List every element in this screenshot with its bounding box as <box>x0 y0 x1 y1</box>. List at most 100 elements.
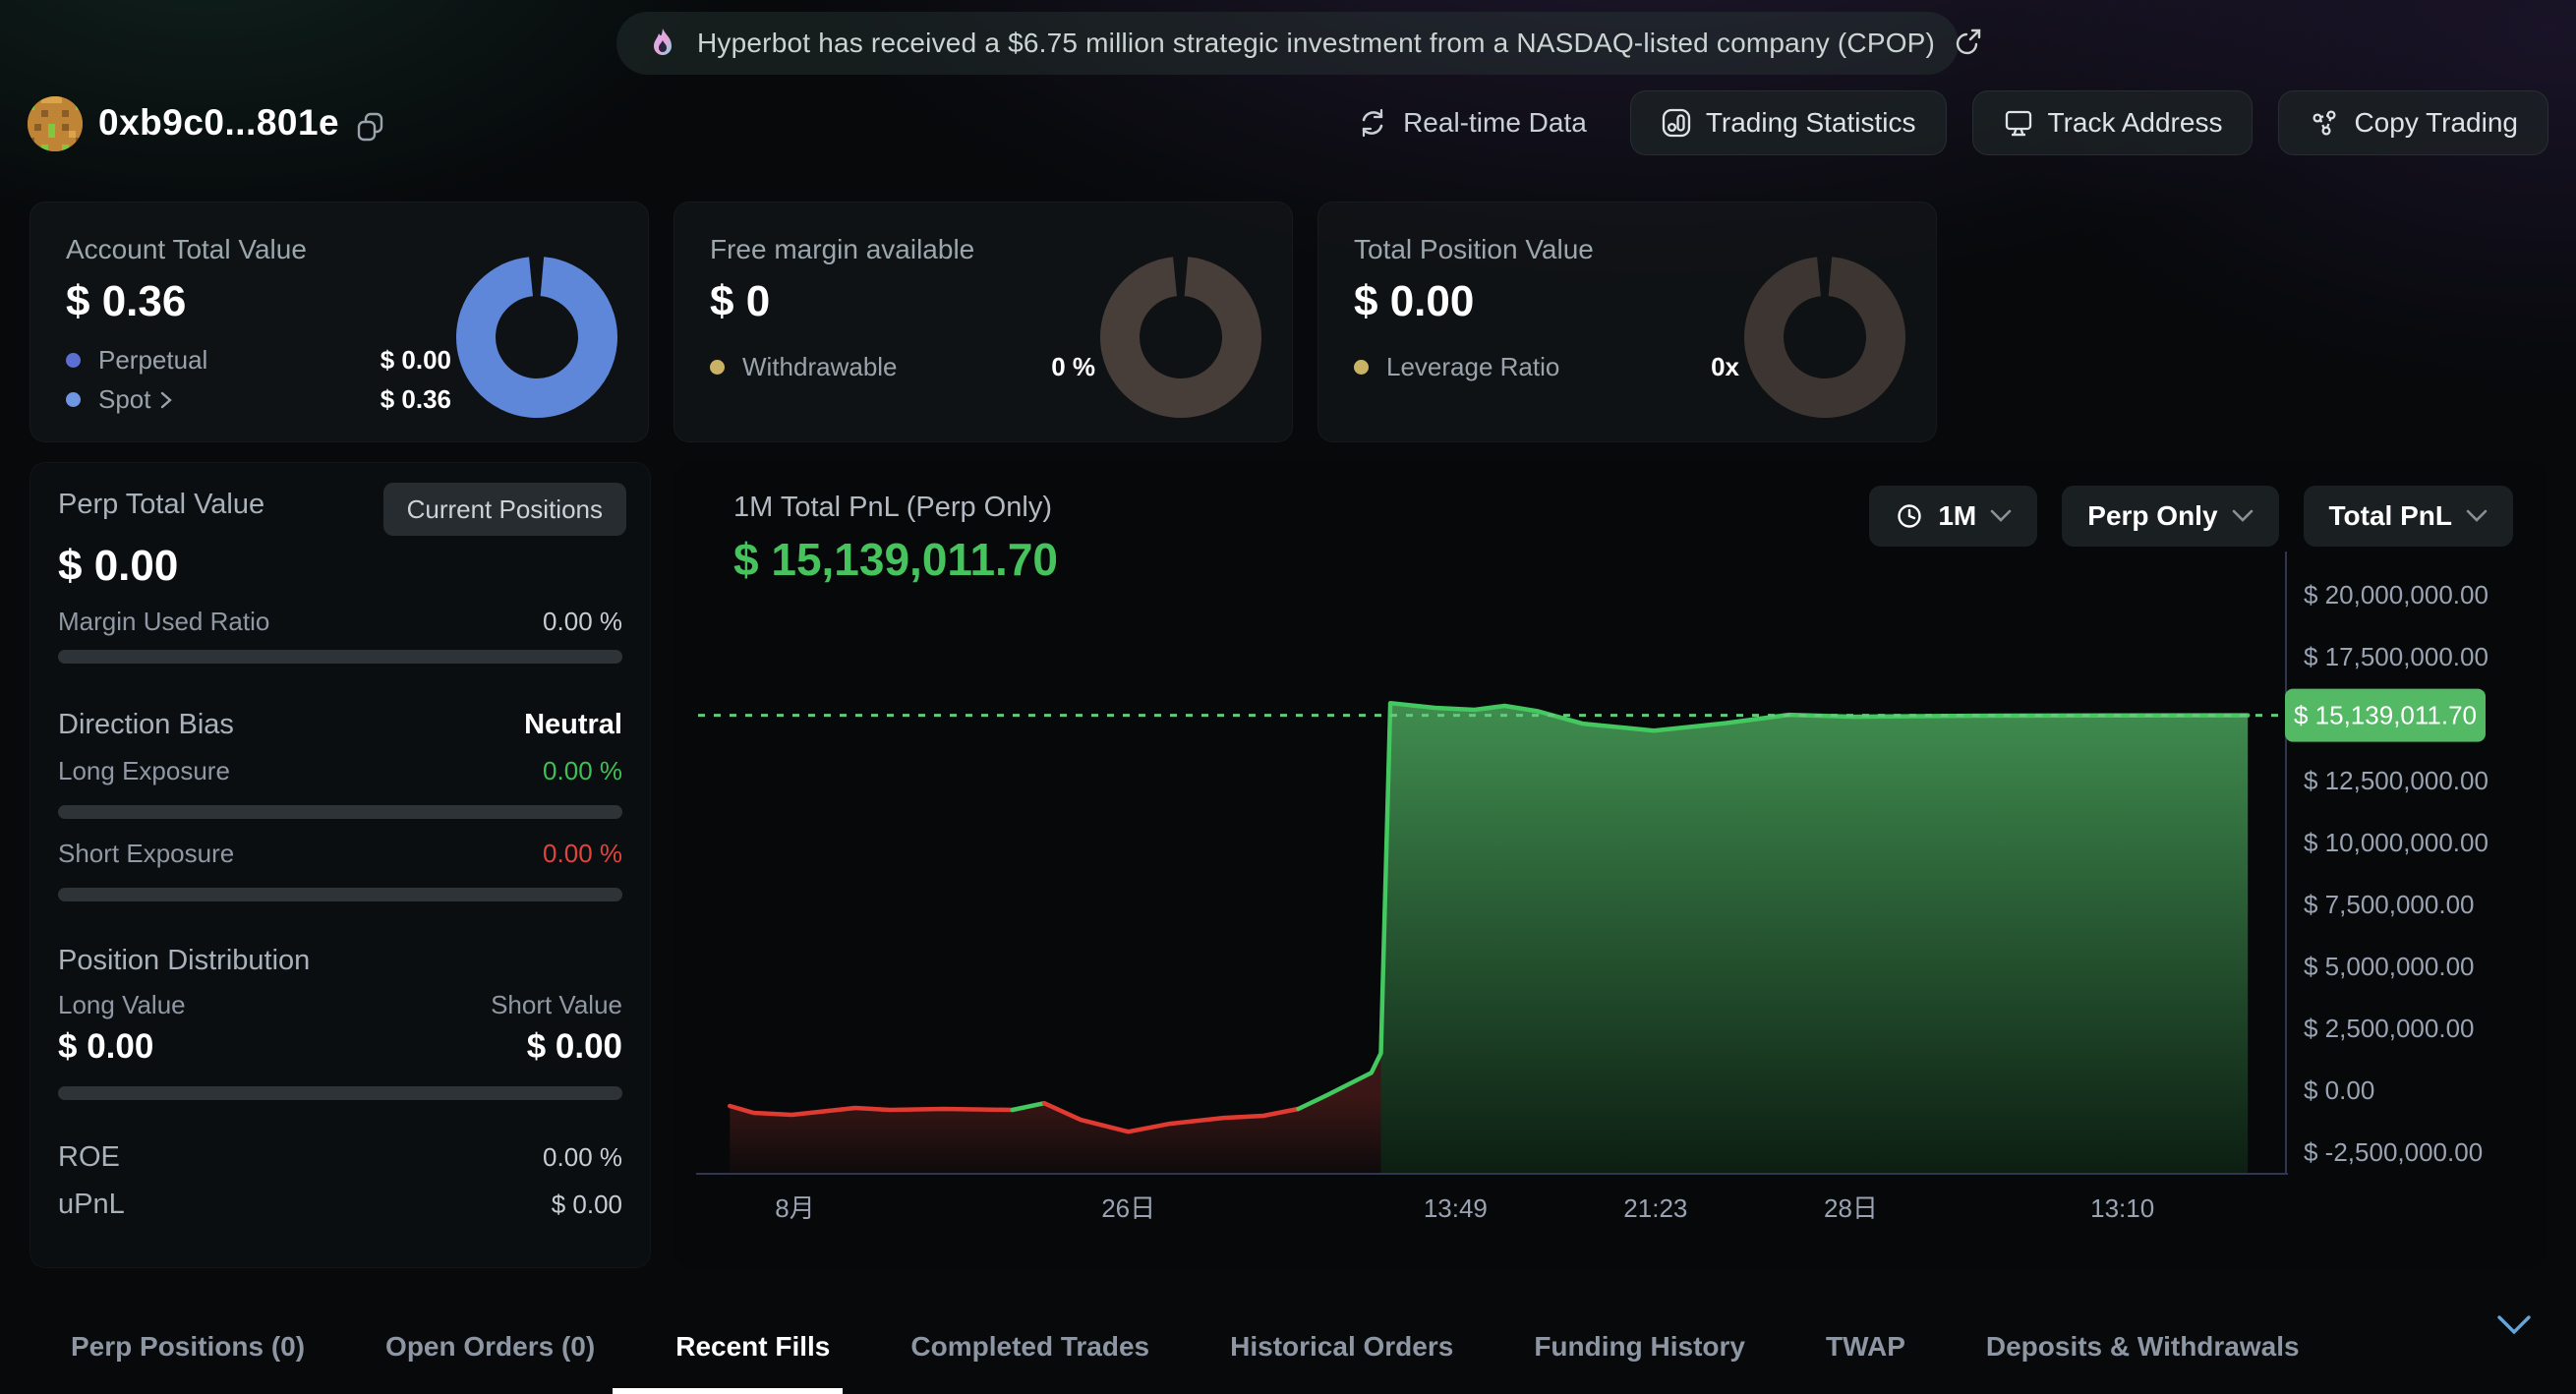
range-label: 1M <box>1938 500 1976 532</box>
perp-total-value-title: Perp Total Value <box>58 489 264 521</box>
stat-card-title: Total Position Value <box>1354 234 1594 265</box>
short-exposure-bar <box>58 888 622 901</box>
donut-gauge <box>453 254 620 421</box>
x-axis-tick-label: 13:10 <box>2090 1193 2154 1223</box>
chevron-down-icon <box>2232 509 2254 523</box>
legend-label: Withdrawable <box>742 352 898 382</box>
x-axis-tick-label: 21:23 <box>1623 1193 1687 1223</box>
legend-dot-icon <box>66 392 81 407</box>
perp-total-value-panel: Perp Total Value Current Positions $ 0.0… <box>29 462 651 1268</box>
wallet-address: 0xb9c0...801e <box>98 102 339 144</box>
tabs-expand-chevron-icon[interactable] <box>2495 1313 2533 1337</box>
tab-deposits-withdrawals[interactable]: Deposits & Withdrawals <box>1986 1331 2300 1363</box>
stat-card-account-total-value: Account Total Value$ 0.36Perpetual$ 0.00… <box>29 202 649 442</box>
donut-gauge <box>1097 254 1264 421</box>
legend-dot-icon <box>1354 360 1369 375</box>
tab-twap[interactable]: TWAP <box>1826 1331 1905 1363</box>
chevron-down-icon <box>1990 509 2012 523</box>
copy-trading-label: Copy Trading <box>2354 107 2518 139</box>
pnl-chart-card: 1M Total PnL (Perp Only) $ 15,139,011.70… <box>674 462 2547 1268</box>
tab-recent-fills[interactable]: Recent Fills <box>675 1331 830 1363</box>
trading-statistics-label: Trading Statistics <box>1706 107 1916 139</box>
legend-value: $ 0.36 <box>381 384 451 415</box>
tab-open-orders-0-[interactable]: Open Orders (0) <box>385 1331 595 1363</box>
refresh-icon <box>1356 106 1389 140</box>
perp-total-value: $ 0.00 <box>58 542 178 591</box>
short-exposure-label: Short Exposure <box>58 839 234 869</box>
long-exposure-label: Long Exposure <box>58 756 230 786</box>
metric-label: Total PnL <box>2329 500 2452 532</box>
current-value-badge-text: $ 15,139,011.70 <box>2294 701 2477 730</box>
legend-value: 0x <box>1711 352 1739 382</box>
avatar <box>28 96 83 151</box>
pnl-area-positive <box>1380 703 2248 1174</box>
roe-value: 0.00 % <box>543 1142 622 1173</box>
tab-completed-trades[interactable]: Completed Trades <box>910 1331 1149 1363</box>
legend-label: Perpetual <box>98 345 207 376</box>
margin-used-value: 0.00 % <box>543 607 622 637</box>
margin-used-label: Margin Used Ratio <box>58 607 269 637</box>
trading-statistics-button[interactable]: Trading Statistics <box>1630 90 1947 155</box>
clock-icon <box>1895 501 1924 531</box>
short-value-label: Short Value <box>491 990 622 1020</box>
legend-value: 0 % <box>1051 352 1095 382</box>
metric-dropdown[interactable]: Total PnL <box>2304 486 2513 547</box>
range-dropdown[interactable]: 1M <box>1869 486 2037 547</box>
x-axis-tick-label: 26日 <box>1101 1193 1155 1223</box>
upnl-label: uPnL <box>58 1189 125 1221</box>
long-value-label: Long Value <box>58 990 186 1020</box>
stat-card-value: $ 0 <box>710 277 770 326</box>
x-axis-tick-label: 13:49 <box>1424 1193 1488 1223</box>
pnl-chart[interactable]: $ 20,000,000.00$ 17,500,000.00$ 12,500,0… <box>688 547 2537 1235</box>
long-exposure-bar <box>58 805 622 819</box>
active-tab-underline <box>613 1388 843 1394</box>
chart-title: 1M Total PnL (Perp Only) <box>733 492 1052 524</box>
legend-label: Spot <box>98 384 173 415</box>
bar-chart-icon <box>1661 107 1692 139</box>
header-actions: Real-time Data Trading Statistics Track … <box>1338 90 2548 155</box>
y-axis-tick-label: $ 17,500,000.00 <box>2304 642 2488 671</box>
stat-card-title: Account Total Value <box>66 234 307 265</box>
chart-controls: 1M Perp Only Total PnL <box>1869 486 2513 547</box>
flame-icon <box>646 27 679 60</box>
x-axis-tick-label: 28日 <box>1824 1193 1878 1223</box>
stat-card-title: Free margin available <box>710 234 974 265</box>
monitor-icon <box>2003 107 2034 139</box>
y-axis-tick-label: $ 0.00 <box>2304 1075 2374 1105</box>
y-axis-tick-label: $ -2,500,000.00 <box>2304 1137 2483 1167</box>
tab-historical-orders[interactable]: Historical Orders <box>1230 1331 1453 1363</box>
track-address-button[interactable]: Track Address <box>1972 90 2254 155</box>
copy-trading-button[interactable]: Copy Trading <box>2278 90 2548 155</box>
announcement-text: Hyperbot has received a $6.75 million st… <box>697 28 1935 59</box>
x-axis-tick-label: 8月 <box>775 1193 814 1223</box>
legend-row-spot[interactable]: Spot $ 0.36 <box>66 384 451 415</box>
bottom-tab-bar: Perp Positions (0) Open Orders (0) Recent … <box>0 1300 2576 1394</box>
tab-funding-history[interactable]: Funding History <box>1534 1331 1745 1363</box>
realtime-refresh[interactable]: Real-time Data <box>1338 106 1605 140</box>
margin-used-bar <box>58 650 622 664</box>
stat-card-free-margin-available: Free margin available $ 0 Withdrawable 0 % <box>673 202 1293 442</box>
copy-icon[interactable] <box>354 110 387 144</box>
announcement-banner[interactable]: Hyperbot has received a $6.75 million st… <box>616 12 1959 75</box>
legend-row-leverage-ratio: Leverage Ratio 0x <box>1354 352 1739 382</box>
stat-card-value: $ 0.36 <box>66 277 186 326</box>
network-icon <box>2309 107 2340 139</box>
current-positions-button[interactable]: Current Positions <box>383 483 626 536</box>
upnl-value: $ 0.00 <box>552 1190 622 1220</box>
tab-perp-positions-0-[interactable]: Perp Positions (0) <box>71 1331 305 1363</box>
track-address-label: Track Address <box>2048 107 2223 139</box>
chevron-down-icon <box>2466 509 2488 523</box>
chevron-right-icon <box>159 390 173 410</box>
roe-label: ROE <box>58 1141 120 1174</box>
y-axis-tick-label: $ 10,000,000.00 <box>2304 828 2488 857</box>
donut-gauge <box>1741 254 1908 421</box>
legend-row-withdrawable: Withdrawable 0 % <box>710 352 1095 382</box>
y-axis-tick-label: $ 7,500,000.00 <box>2304 890 2475 919</box>
short-exposure-value: 0.00 % <box>543 839 622 869</box>
stat-card-total-position-value: Total Position Value$ 0.00Leverage Ratio… <box>1317 202 1937 442</box>
legend-dot-icon <box>710 360 725 375</box>
scope-dropdown[interactable]: Perp Only <box>2062 486 2278 547</box>
legend-label: Leverage Ratio <box>1386 352 1559 382</box>
direction-bias-value: Neutral <box>524 709 622 741</box>
external-link-icon <box>1953 29 1982 58</box>
